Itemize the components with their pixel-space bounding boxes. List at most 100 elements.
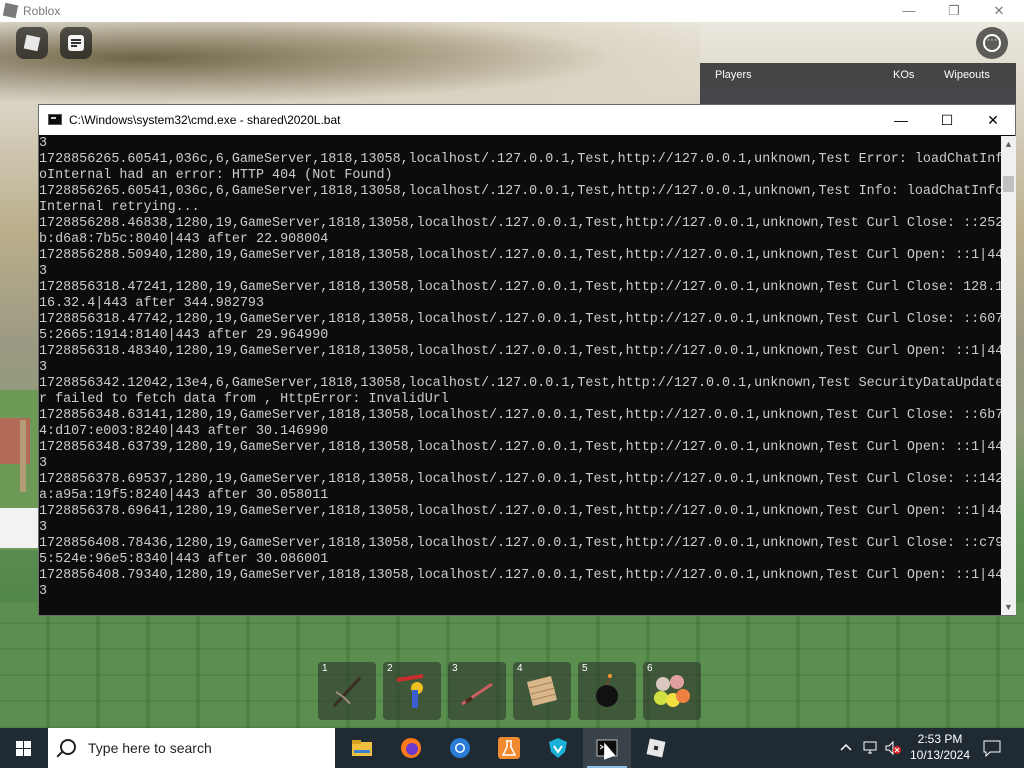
console-line: r failed to fetch data from , HttpError:… (39, 392, 449, 407)
console-line: 1728856318.47742,1280,19,GameServer,1818… (39, 312, 1001, 327)
console-line: 1728856348.63141,1280,19,GameServer,1818… (39, 408, 1001, 423)
hotbar-slot-4[interactable]: 4 (513, 662, 571, 720)
window-titlebar[interactable]: Roblox — ❐ ✕ (0, 0, 1024, 22)
volume-muted-icon[interactable] (884, 740, 902, 756)
taskbar: Type here to search 2:53 PM 10/13/2024 (0, 728, 1024, 768)
chevron-up-icon[interactable] (838, 740, 854, 756)
network-icon[interactable] (862, 740, 880, 756)
hotbar-slot-5[interactable]: 5 (578, 662, 636, 720)
wall-icon (527, 676, 557, 706)
search-placeholder: Type here to search (88, 740, 212, 756)
console-line: Internal retrying... (39, 200, 200, 215)
console-line: 3 (39, 136, 48, 151)
chat-icon (68, 35, 84, 51)
console-line: 1728856378.69641,1280,19,GameServer,1818… (39, 504, 1001, 519)
hotbar-slot-3[interactable]: 3 (448, 662, 506, 720)
roblox-logo-icon (2, 2, 19, 19)
scroll-up-icon[interactable]: ▲ (1004, 139, 1013, 149)
console-line: 1728856318.47241,1280,19,GameServer,1818… (39, 280, 1001, 295)
game-block (0, 508, 40, 548)
minimize-button[interactable]: — (886, 0, 932, 22)
console-line: 1728856342.12042,13e4,6,GameServer,1818,… (39, 376, 1001, 391)
vpn-icon (549, 738, 567, 758)
console-line: 5:2665:1914:8140|443 after 29.964990 (39, 328, 329, 343)
console-line: 3 (39, 456, 48, 471)
console-line: b:d6a8:7b5c:8040|443 after 22.908004 (39, 232, 329, 247)
windows-icon (16, 741, 31, 756)
roblox-menu-button[interactable] (16, 27, 48, 59)
leaderboard-header-players: Players (715, 69, 752, 81)
taskbar-app-firefox[interactable] (387, 728, 435, 768)
baseplate-grid (0, 602, 1024, 728)
notifications-icon[interactable] (982, 739, 1002, 757)
file-explorer-icon (352, 740, 372, 756)
paintball-icon (654, 675, 690, 707)
console-line: 1728856288.50940,1280,19,GameServer,1818… (39, 248, 1001, 263)
more-icon: ··· (983, 34, 1001, 52)
taskbar-app-roblox[interactable] (632, 728, 680, 768)
cmd-scrollbar[interactable]: ▲ ▼ (1001, 136, 1016, 615)
taskbar-app-file-explorer[interactable] (338, 728, 386, 768)
hotbar-slot-2[interactable]: 2 (383, 662, 441, 720)
hotbar-slot-1[interactable]: 1 (318, 662, 376, 720)
console-line: oInternal had an error: HTTP 404 (Not Fo… (39, 168, 393, 183)
leaderboard-header-kos: KOs (893, 69, 915, 81)
console-line: 1728856265.60541,036c,6,GameServer,1818,… (39, 152, 1001, 167)
scroll-thumb[interactable] (1003, 176, 1014, 192)
cmd-window[interactable]: C:\Windows\system32\cmd.exe - shared\202… (38, 104, 1016, 616)
console-line: 1728856318.48340,1280,19,GameServer,1818… (39, 344, 1001, 359)
console-line: 5:524e:96e5:8340|443 after 30.086001 (39, 552, 329, 567)
slot-number: 5 (582, 663, 588, 674)
console-line: 16.32.4|443 after 344.982793 (39, 296, 264, 311)
clock-date: 10/13/2024 (909, 748, 971, 762)
leaderboard-header-wipeouts: Wipeouts (944, 69, 990, 81)
taskbar-app-chrome[interactable] (436, 728, 484, 768)
cmd-titlebar[interactable]: C:\Windows\system32\cmd.exe - shared\202… (39, 105, 1015, 135)
game-prop-handle (20, 420, 26, 492)
clock-time: 2:53 PM (917, 732, 963, 746)
console-line: 1728856378.69537,1280,19,GameServer,1818… (39, 472, 1001, 487)
lab-flask-icon (498, 737, 520, 759)
roblox-icon (646, 738, 666, 758)
hotbar-slot-6[interactable]: 6 (643, 662, 701, 720)
slot-number: 1 (322, 663, 328, 674)
console-line: 1728856288.46838,1280,19,GameServer,1818… (39, 216, 1001, 231)
taskbar-search[interactable]: Type here to search (48, 728, 335, 768)
console-line: 1728856408.78436,1280,19,GameServer,1818… (39, 536, 1001, 551)
cmd-maximize-button[interactable]: ☐ (924, 105, 970, 135)
scroll-down-icon[interactable]: ▼ (1004, 602, 1013, 612)
taskbar-app-lab[interactable] (485, 728, 533, 768)
console-line: 1728856348.63739,1280,19,GameServer,1818… (39, 440, 1001, 455)
cmd-icon (48, 114, 62, 125)
restore-button[interactable]: ❐ (931, 0, 977, 22)
slot-number: 2 (387, 663, 393, 674)
slingshot-icon (332, 676, 362, 708)
console-line: 1728856265.60541,036c,6,GameServer,1818,… (39, 184, 1001, 199)
close-button[interactable]: ✕ (976, 0, 1022, 22)
cmd-close-button[interactable]: ✕ (970, 105, 1016, 135)
console-line: 4:d107:e003:8240|443 after 30.146990 (39, 424, 329, 439)
bomb-icon (596, 674, 618, 707)
search-icon (60, 739, 76, 755)
console-line: 1728856408.79340,1280,19,GameServer,1818… (39, 568, 1001, 583)
chat-button[interactable] (60, 27, 92, 59)
console-output[interactable]: 3 1728856265.60541,036c,6,GameServer,1818… (39, 136, 1001, 616)
window-title: Roblox (23, 4, 61, 18)
system-clock[interactable]: 2:53 PM 10/13/2024 (905, 731, 975, 763)
console-line: 3 (39, 520, 48, 535)
roblox-menu-icon (23, 34, 41, 52)
cmd-minimize-button[interactable]: — (878, 105, 924, 135)
firefox-icon (401, 738, 421, 758)
console-line: a:a95a:19f5:8240|443 after 30.058011 (39, 488, 329, 503)
console-line: 3 (39, 360, 48, 375)
cmd-title: C:\Windows\system32\cmd.exe - shared\202… (69, 113, 341, 127)
chrome-icon (450, 738, 470, 758)
sword-icon (461, 682, 493, 706)
more-button[interactable]: ··· (976, 27, 1008, 59)
console-line: 3 (39, 264, 48, 279)
taskbar-app-vpn[interactable] (534, 728, 582, 768)
slot-number: 3 (452, 663, 458, 674)
slot-number: 6 (647, 663, 653, 674)
start-button[interactable] (0, 728, 48, 768)
console-line: 3 (39, 584, 48, 599)
